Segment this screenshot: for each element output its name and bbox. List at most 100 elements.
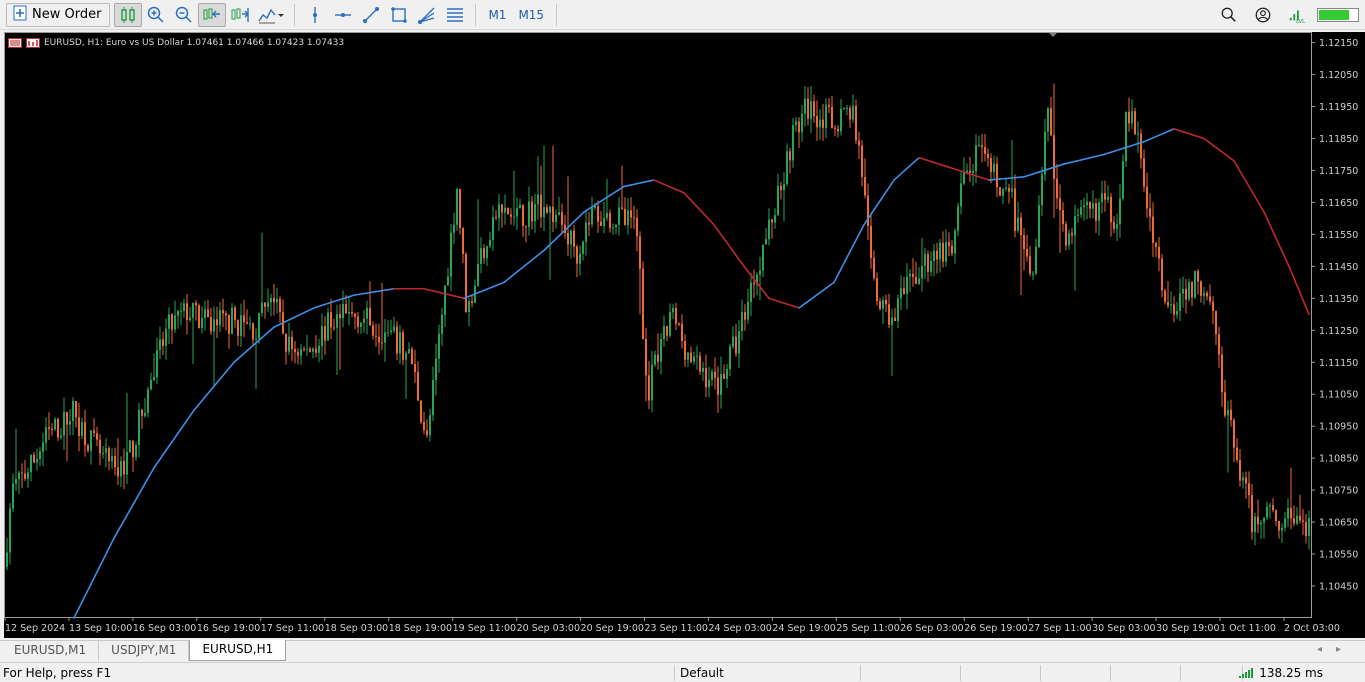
candle-bear [927, 254, 929, 272]
signal-level-button[interactable]: LVL [1283, 3, 1311, 27]
candle-bear [1161, 258, 1163, 291]
candle-bear [834, 127, 836, 129]
candle-bull [489, 239, 491, 247]
candle-bull [918, 278, 920, 285]
fibonacci-button[interactable] [413, 3, 441, 27]
candle-bull [1194, 271, 1196, 298]
candle-bull [153, 377, 155, 381]
candle-bear [108, 448, 110, 462]
candle-bull [1263, 517, 1265, 523]
candle-bear [798, 121, 800, 133]
chart-menu-icon[interactable] [8, 38, 22, 48]
price-axis-label: 1.11050 [1319, 390, 1358, 401]
candle-bear [1251, 495, 1253, 533]
fibonacci-fan-icon [418, 7, 435, 24]
moving-average-segment [1173, 128, 1205, 140]
moving-average-segment [1203, 137, 1235, 162]
candle-bear [831, 106, 833, 128]
candle-bear [561, 212, 563, 225]
candle-bear [531, 201, 533, 222]
candle-bull [276, 298, 278, 303]
moving-average-segment [1288, 265, 1310, 316]
auto-scroll-button[interactable] [198, 2, 227, 27]
search-button[interactable] [1215, 3, 1243, 27]
candle-bull [777, 185, 779, 216]
chart-window[interactable]: 1.12150 1.12050 1.11950 1.11850 1.11750 1.116… [4, 32, 1365, 638]
candle-bull [165, 328, 167, 346]
candle-bear [567, 232, 569, 245]
candle-bear [717, 377, 719, 395]
zoom-out-button[interactable] [170, 3, 198, 27]
tab-eurusd-h1[interactable]: EURUSD,H1 [189, 640, 287, 661]
trade-panel-icon[interactable] [26, 38, 40, 48]
moving-average-segment [683, 192, 715, 226]
candle-bull [729, 346, 731, 369]
time-axis-label: 16 Sep 03:00 [133, 623, 196, 634]
candle-bull [120, 460, 122, 477]
candle-bull [138, 409, 140, 446]
moving-average-segment [623, 179, 655, 188]
time-axis-label: 20 Sep 19:00 [581, 623, 644, 634]
status-divider [1040, 665, 1041, 681]
candle-bull [909, 273, 911, 277]
candle-bear [483, 248, 485, 258]
candle-bull [603, 217, 605, 226]
timeframe-m1-button[interactable]: M1 [482, 3, 512, 27]
candle-bear [195, 302, 197, 306]
candle-bull [732, 336, 734, 347]
candle-bear [1197, 271, 1199, 282]
candle-bear [1089, 201, 1091, 209]
candle-bull [1086, 201, 1088, 206]
horizontal-line-button[interactable] [329, 3, 357, 27]
account-button[interactable] [1249, 3, 1277, 27]
candle-bull [477, 263, 479, 286]
price-axis-label: 1.11950 [1319, 102, 1358, 113]
candle-bear [1305, 521, 1307, 537]
candle-bear [1206, 292, 1208, 297]
price-axis-label: 1.10850 [1319, 454, 1358, 465]
candle-bull [432, 380, 434, 416]
candle-bear [1053, 135, 1055, 179]
candle-bear [228, 315, 230, 334]
candle-bull [453, 224, 455, 233]
moving-average-segment [503, 249, 545, 284]
zoom-in-button[interactable] [142, 3, 170, 27]
candle-bear [501, 204, 503, 213]
candle-bear [378, 336, 380, 343]
tab-scroll-arrows[interactable]: ◂▸ [1317, 644, 1355, 655]
candlestick-chart-button[interactable] [114, 2, 143, 27]
candle-bear [981, 145, 983, 148]
candle-bull [795, 121, 797, 126]
objects-list-button[interactable] [441, 3, 469, 27]
vertical-line-button[interactable] [301, 3, 329, 27]
tab-usdjpy-m1[interactable]: USDJPY,M1 [99, 641, 190, 661]
candle-bull [111, 455, 113, 462]
timeframe-m15-button[interactable]: M15 [512, 3, 550, 27]
candle-bull [720, 374, 722, 395]
candle-bear [78, 417, 80, 436]
chart-shift-button[interactable] [226, 3, 254, 27]
candlestick-icon [121, 6, 136, 23]
candle-bear [885, 300, 887, 305]
status-divider [1110, 665, 1111, 681]
candle-bear [597, 206, 599, 222]
candle-bull [60, 435, 62, 438]
candle-bear [216, 319, 218, 326]
candle-bull [579, 253, 581, 264]
indicators-dropdown[interactable] [254, 3, 288, 27]
candle-bull [1254, 516, 1256, 533]
rectangle-button[interactable] [385, 3, 413, 27]
candle-bear [864, 176, 866, 196]
candle-bull [759, 270, 761, 275]
candle-bear [870, 225, 872, 258]
price-chart[interactable]: 1.12150 1.12050 1.11950 1.11850 1.11750 1.116… [4, 32, 1365, 638]
candle-bull [1131, 111, 1133, 124]
candle-bull [447, 276, 449, 286]
new-order-button[interactable]: New Order [6, 2, 111, 27]
trendline-button[interactable] [357, 3, 385, 27]
candle-bear [876, 278, 878, 301]
candle-bull [249, 323, 251, 325]
tab-eurusd-m1[interactable]: EURUSD,M1 [2, 641, 100, 661]
candle-bull [63, 411, 65, 436]
candle-bull [1284, 518, 1286, 528]
